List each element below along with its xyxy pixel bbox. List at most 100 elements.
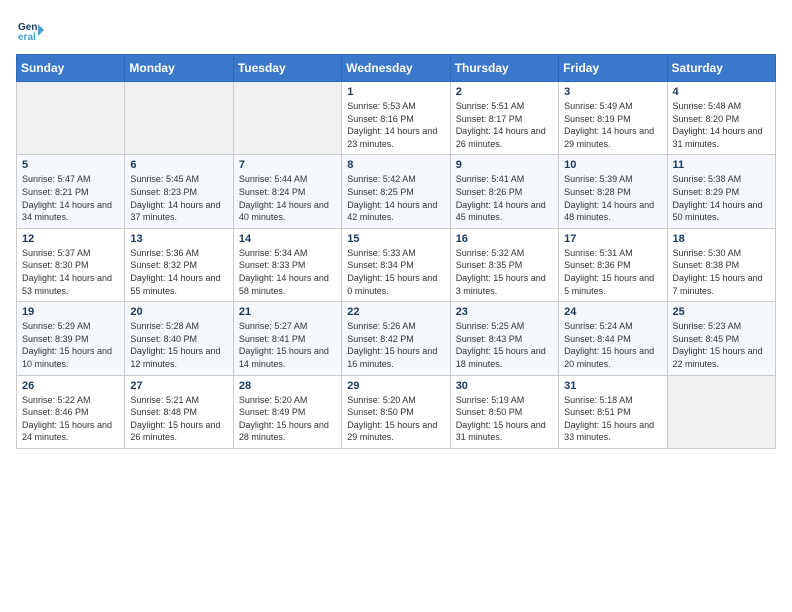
day-number: 20 <box>130 306 227 318</box>
calendar-cell: 29 Sunrise: 5:20 AMSunset: 8:50 PMDayligh… <box>342 375 450 448</box>
day-info: Sunrise: 5:51 AMSunset: 8:17 PMDaylight:… <box>456 100 553 150</box>
calendar-cell: 5Sunrise: 5:47 AMSunset: 8:21 PMDaylight… <box>17 155 125 228</box>
calendar-cell: 30Sunrise: 5:19 AMSunset: 8:50 PMDayligh… <box>450 375 558 448</box>
calendar-cell: 12 Sunrise: 5:37 AMSunset: 8:30 PMDayligh… <box>17 228 125 301</box>
calendar-cell: 28 Sunrise: 5:20 AMSunset: 8:49 PMDayligh… <box>233 375 341 448</box>
day-number: 22 <box>347 306 444 318</box>
day-number: 23 <box>456 306 553 318</box>
calendar-cell <box>667 375 775 448</box>
day-number: 27 <box>130 380 227 392</box>
calendar-cell: 16Sunrise: 5:32 AMSunset: 8:35 PMDayligh… <box>450 228 558 301</box>
day-number: 8 <box>347 159 444 171</box>
calendar-cell: 15 Sunrise: 5:33 AMSunset: 8:34 PMDayligh… <box>342 228 450 301</box>
day-number: 13 <box>130 233 227 245</box>
calendar-cell: 25 Sunrise: 5:23 AMSunset: 8:45 PMDayligh… <box>667 302 775 375</box>
weekday-header-thursday: Thursday <box>450 55 558 82</box>
day-number: 24 <box>564 306 661 318</box>
weekday-header-friday: Friday <box>559 55 667 82</box>
calendar-cell: 14 Sunrise: 5:34 AMSunset: 8:33 PMDayligh… <box>233 228 341 301</box>
day-number: 10 <box>564 159 661 171</box>
calendar-cell: 2Sunrise: 5:51 AMSunset: 8:17 PMDaylight… <box>450 82 558 155</box>
day-info: Sunrise: 5:20 AMSunset: 8:50 PMDaylight:… <box>347 394 444 444</box>
weekday-header-sunday: Sunday <box>17 55 125 82</box>
weekday-header-saturday: Saturday <box>667 55 775 82</box>
weekday-header-monday: Monday <box>125 55 233 82</box>
day-number: 5 <box>22 159 119 171</box>
calendar-cell: 21 Sunrise: 5:27 AMSunset: 8:41 PMDayligh… <box>233 302 341 375</box>
day-number: 7 <box>239 159 336 171</box>
calendar-week-row: 12 Sunrise: 5:37 AMSunset: 8:30 PMDayligh… <box>17 228 776 301</box>
day-info: Sunrise: 5:20 AMSunset: 8:49 PMDaylight:… <box>239 394 336 444</box>
calendar-cell <box>125 82 233 155</box>
day-info: Sunrise: 5:38 AMSunset: 8:29 PMDaylight:… <box>673 173 770 223</box>
calendar-cell: 18 Sunrise: 5:30 AMSunset: 8:38 PMDayligh… <box>667 228 775 301</box>
logo: Gen eral <box>16 16 48 44</box>
calendar-cell: 13 Sunrise: 5:36 AMSunset: 8:32 PMDayligh… <box>125 228 233 301</box>
day-info: Sunrise: 5:37 AMSunset: 8:30 PMDaylight:… <box>22 247 119 297</box>
weekday-header-tuesday: Tuesday <box>233 55 341 82</box>
day-number: 12 <box>22 233 119 245</box>
weekday-header-wednesday: Wednesday <box>342 55 450 82</box>
day-info: Sunrise: 5:27 AMSunset: 8:41 PMDaylight:… <box>239 320 336 370</box>
day-info: Sunrise: 5:29 AMSunset: 8:39 PMDaylight:… <box>22 320 119 370</box>
day-number: 6 <box>130 159 227 171</box>
calendar-cell: 10 Sunrise: 5:39 AMSunset: 8:28 PMDayligh… <box>559 155 667 228</box>
calendar-cell: 4Sunrise: 5:48 AMSunset: 8:20 PMDaylight… <box>667 82 775 155</box>
calendar-table: SundayMondayTuesdayWednesdayThursdayFrid… <box>16 54 776 449</box>
day-info: Sunrise: 5:26 AMSunset: 8:42 PMDaylight:… <box>347 320 444 370</box>
day-number: 3 <box>564 86 661 98</box>
svg-text:eral: eral <box>18 32 36 43</box>
calendar-cell: 3 Sunrise: 5:49 AMSunset: 8:19 PMDaylight… <box>559 82 667 155</box>
day-info: Sunrise: 5:28 AMSunset: 8:40 PMDaylight:… <box>130 320 227 370</box>
day-number: 1 <box>347 86 444 98</box>
day-info: Sunrise: 5:34 AMSunset: 8:33 PMDaylight:… <box>239 247 336 297</box>
calendar-cell: 8 Sunrise: 5:42 AMSunset: 8:25 PMDaylight… <box>342 155 450 228</box>
day-info: Sunrise: 5:41 AMSunset: 8:26 PMDaylight:… <box>456 173 553 223</box>
calendar-week-row: 19 Sunrise: 5:29 AMSunset: 8:39 PMDayligh… <box>17 302 776 375</box>
day-info: Sunrise: 5:42 AMSunset: 8:25 PMDaylight:… <box>347 173 444 223</box>
calendar-cell: 6 Sunrise: 5:45 AMSunset: 8:23 PMDaylight… <box>125 155 233 228</box>
calendar-week-row: 26 Sunrise: 5:22 AMSunset: 8:46 PMDayligh… <box>17 375 776 448</box>
day-number: 29 <box>347 380 444 392</box>
calendar-cell: 26 Sunrise: 5:22 AMSunset: 8:46 PMDayligh… <box>17 375 125 448</box>
calendar-cell: 23 Sunrise: 5:25 AMSunset: 8:43 PMDayligh… <box>450 302 558 375</box>
day-info: Sunrise: 5:18 AMSunset: 8:51 PMDaylight:… <box>564 394 661 444</box>
calendar-cell: 20 Sunrise: 5:28 AMSunset: 8:40 PMDayligh… <box>125 302 233 375</box>
day-info: Sunrise: 5:31 AMSunset: 8:36 PMDaylight:… <box>564 247 661 297</box>
logo-icon: Gen eral <box>16 16 44 44</box>
day-number: 19 <box>22 306 119 318</box>
day-info: Sunrise: 5:39 AMSunset: 8:28 PMDaylight:… <box>564 173 661 223</box>
calendar-cell: 9 Sunrise: 5:41 AMSunset: 8:26 PMDaylight… <box>450 155 558 228</box>
day-info: Sunrise: 5:45 AMSunset: 8:23 PMDaylight:… <box>130 173 227 223</box>
day-number: 9 <box>456 159 553 171</box>
calendar-cell: 31 Sunrise: 5:18 AMSunset: 8:51 PMDayligh… <box>559 375 667 448</box>
day-info: Sunrise: 5:36 AMSunset: 8:32 PMDaylight:… <box>130 247 227 297</box>
day-number: 31 <box>564 380 661 392</box>
day-info: Sunrise: 5:22 AMSunset: 8:46 PMDaylight:… <box>22 394 119 444</box>
day-number: 30 <box>456 380 553 392</box>
calendar-cell: 22 Sunrise: 5:26 AMSunset: 8:42 PMDayligh… <box>342 302 450 375</box>
day-info: Sunrise: 5:49 AMSunset: 8:19 PMDaylight:… <box>564 100 661 150</box>
day-info: Sunrise: 5:24 AMSunset: 8:44 PMDaylight:… <box>564 320 661 370</box>
day-number: 17 <box>564 233 661 245</box>
calendar-cell: 11 Sunrise: 5:38 AMSunset: 8:29 PMDayligh… <box>667 155 775 228</box>
day-number: 11 <box>673 159 770 171</box>
day-info: Sunrise: 5:23 AMSunset: 8:45 PMDaylight:… <box>673 320 770 370</box>
calendar-cell: 1Sunrise: 5:53 AMSunset: 8:16 PMDaylight… <box>342 82 450 155</box>
day-info: Sunrise: 5:33 AMSunset: 8:34 PMDaylight:… <box>347 247 444 297</box>
day-number: 14 <box>239 233 336 245</box>
day-number: 25 <box>673 306 770 318</box>
calendar-cell: 7Sunrise: 5:44 AMSunset: 8:24 PMDaylight… <box>233 155 341 228</box>
calendar-cell <box>233 82 341 155</box>
calendar-cell: 24 Sunrise: 5:24 AMSunset: 8:44 PMDayligh… <box>559 302 667 375</box>
day-number: 26 <box>22 380 119 392</box>
day-number: 21 <box>239 306 336 318</box>
day-number: 15 <box>347 233 444 245</box>
calendar-cell: 19 Sunrise: 5:29 AMSunset: 8:39 PMDayligh… <box>17 302 125 375</box>
day-number: 18 <box>673 233 770 245</box>
day-info: Sunrise: 5:25 AMSunset: 8:43 PMDaylight:… <box>456 320 553 370</box>
day-number: 28 <box>239 380 336 392</box>
weekday-header-row: SundayMondayTuesdayWednesdayThursdayFrid… <box>17 55 776 82</box>
day-info: Sunrise: 5:30 AMSunset: 8:38 PMDaylight:… <box>673 247 770 297</box>
day-info: Sunrise: 5:21 AMSunset: 8:48 PMDaylight:… <box>130 394 227 444</box>
